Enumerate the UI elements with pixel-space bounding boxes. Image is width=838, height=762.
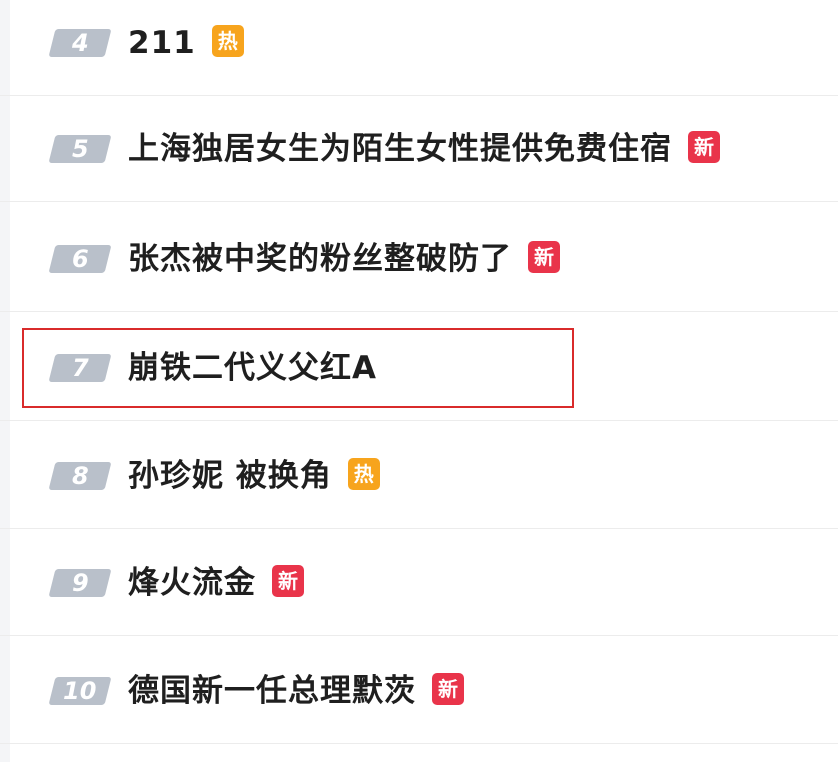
hot-badge: 热: [347, 458, 380, 490]
highlight-box: [22, 328, 574, 408]
hot-list-item-5[interactable]: 5 上海独居女生为陌生女性提供免费住宿新: [0, 96, 838, 202]
hot-topic-title[interactable]: 上海独居女生为陌生女性提供免费住宿新: [128, 128, 720, 170]
rank-badge: 6: [48, 244, 112, 273]
hot-list-item-6[interactable]: 6 张杰被中奖的粉丝整破防了新: [0, 206, 838, 312]
hot-topic-title[interactable]: 张杰被中奖的粉丝整破防了新: [128, 238, 560, 280]
hot-topic-title[interactable]: 烽火流金新: [128, 562, 304, 604]
hot-topic-title-text: 上海独居女生为陌生女性提供免费住宿: [128, 130, 672, 167]
new-badge: 新: [528, 241, 560, 273]
hot-topic-title[interactable]: 孙珍妮 被换角热: [128, 455, 380, 497]
hot-search-list: 4 211 热 5 上海独居女生为陌生女性提供免费住宿新 6 张杰被中奖的粉丝整破…: [0, 0, 838, 762]
rank-badge: 4: [48, 28, 112, 57]
hot-topic-title-text: 张杰被中奖的粉丝整破防了: [128, 240, 512, 277]
hot-topic-title[interactable]: 德国新一任总理默茨新: [128, 670, 464, 712]
rank-badge: 10: [48, 676, 112, 705]
rank-badge: 9: [48, 568, 112, 597]
hot-list-item-8[interactable]: 8 孙珍妮 被换角热: [0, 423, 838, 529]
rank-badge: 8: [48, 461, 112, 490]
hot-topic-title-text: 孙珍妮 被换角: [128, 457, 332, 494]
new-badge: 新: [688, 131, 720, 163]
hot-list-item-10[interactable]: 10 德国新一任总理默茨新: [0, 638, 838, 744]
hot-topic-title[interactable]: 211 热: [128, 22, 244, 64]
new-badge: 新: [432, 673, 464, 705]
hot-topic-title-text: 烽火流金: [128, 564, 256, 601]
rank-badge: 5: [48, 134, 112, 163]
new-badge: 新: [272, 565, 304, 597]
hot-topic-title-text: 德国新一任总理默茨: [128, 672, 416, 709]
hot-list-item-4[interactable]: 4 211 热: [0, 0, 838, 96]
hot-topic-title-text: 211: [128, 24, 196, 61]
hot-list-item-9[interactable]: 9 烽火流金新: [0, 530, 838, 636]
hot-badge: 热: [211, 25, 244, 57]
